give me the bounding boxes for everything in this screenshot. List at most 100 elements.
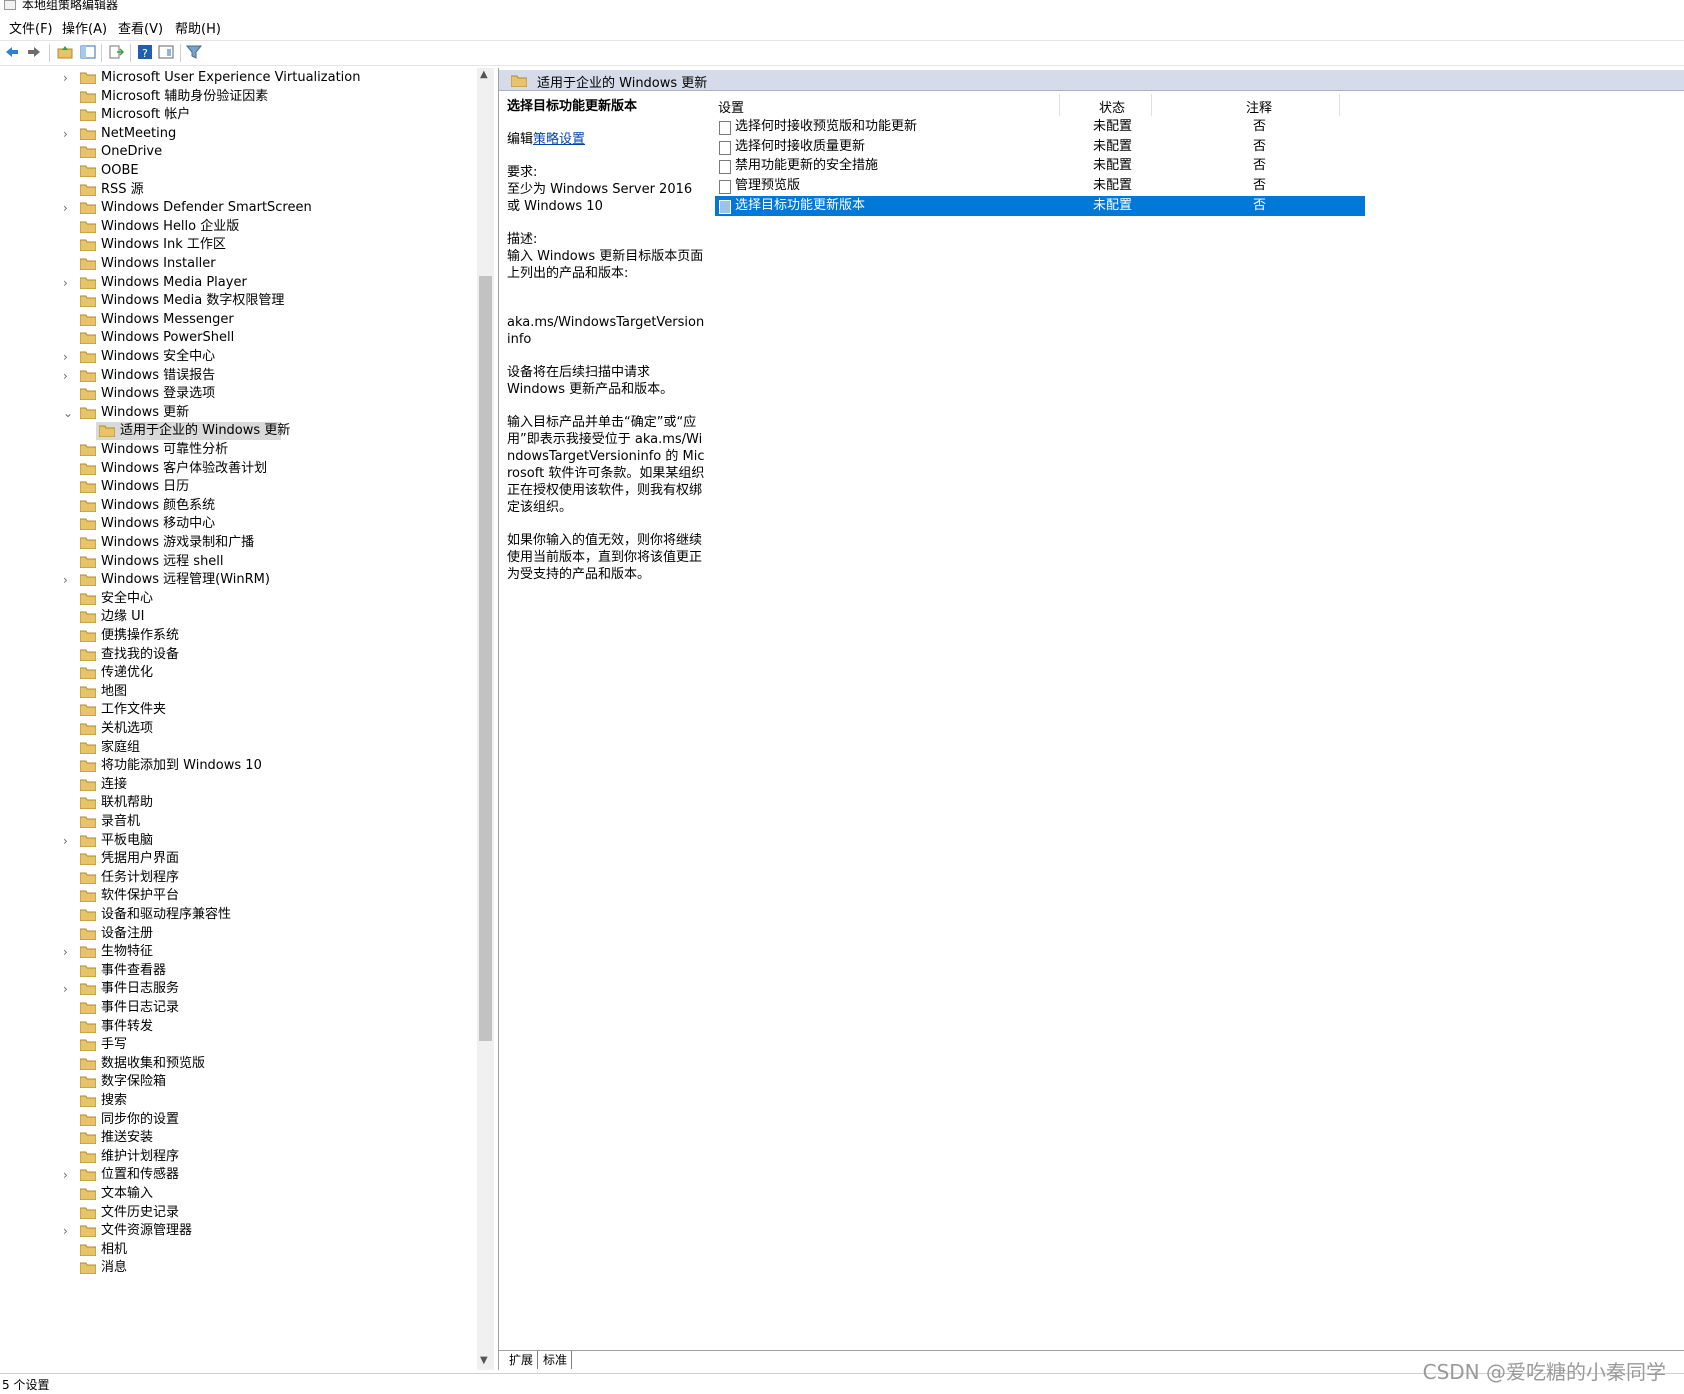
tree-item[interactable]: 数据收集和预览版 — [0, 1054, 477, 1074]
tree-item[interactable]: Windows Hello 企业版 — [0, 217, 477, 237]
tree-item[interactable]: › NetMeeting — [0, 124, 477, 144]
tree-item[interactable]: 连接 — [0, 775, 477, 795]
tree-item[interactable]: Windows Installer — [0, 254, 477, 274]
tree-item[interactable]: Windows Ink 工作区 — [0, 235, 477, 255]
tree-item[interactable]: Windows 移动中心 — [0, 514, 477, 534]
table-row[interactable]: 管理预览版 未配置 否 — [715, 176, 1365, 196]
chevron-right-icon[interactable]: › — [63, 124, 73, 144]
tree-item[interactable]: 家庭组 — [0, 738, 477, 758]
tree-item[interactable]: › Windows 错误报告 — [0, 366, 477, 386]
tree-item[interactable]: ⌄ Windows 更新 — [0, 403, 477, 423]
col-setting[interactable]: 设置 — [718, 97, 744, 116]
menu-action[interactable]: 操作(A) — [62, 18, 107, 37]
tree-item[interactable]: 边缘 UI — [0, 607, 477, 627]
tree-scrollbar[interactable]: ▲ ▼ — [477, 68, 494, 1370]
chevron-right-icon[interactable]: › — [63, 347, 73, 367]
table-row[interactable]: 选择何时接收质量更新 未配置 否 — [715, 137, 1365, 157]
tab-standard[interactable]: 标准 — [539, 1351, 573, 1369]
tree-item[interactable]: Windows PowerShell — [0, 328, 477, 348]
tree-item[interactable]: 便携操作系统 — [0, 626, 477, 646]
table-row[interactable]: 选择何时接收预览版和功能更新 未配置 否 — [715, 117, 1365, 137]
tree-item[interactable]: Windows 登录选项 — [0, 384, 477, 404]
tree-item[interactable]: Windows 远程 shell — [0, 552, 477, 572]
tree-item[interactable]: 传递优化 — [0, 663, 477, 683]
forward-arrow-icon[interactable] — [26, 44, 42, 60]
tree-item[interactable]: 事件日志记录 — [0, 998, 477, 1018]
tree-item[interactable]: OneDrive — [0, 142, 477, 162]
col-state[interactable]: 状态 — [1099, 97, 1125, 116]
chevron-right-icon[interactable]: › — [63, 1165, 73, 1185]
tree-item[interactable]: 消息 — [0, 1258, 477, 1278]
tree-item[interactable]: 地图 — [0, 682, 477, 702]
properties-icon[interactable] — [158, 44, 174, 60]
tree-item[interactable]: Windows Messenger — [0, 310, 477, 330]
tree-item[interactable]: 联机帮助 — [0, 793, 477, 813]
tree-item[interactable]: Windows 可靠性分析 — [0, 440, 477, 460]
up-folder-icon[interactable] — [57, 44, 73, 60]
tree-item[interactable]: 工作文件夹 — [0, 700, 477, 720]
chevron-right-icon[interactable]: › — [63, 1221, 73, 1241]
tree-item[interactable]: Windows 日历 — [0, 477, 477, 497]
chevron-right-icon[interactable]: › — [63, 570, 73, 590]
scroll-down-icon[interactable]: ▼ — [480, 1355, 488, 1366]
menu-file[interactable]: 文件(F) — [9, 18, 53, 37]
tree-item[interactable]: 录音机 — [0, 812, 477, 832]
tree-item[interactable]: Windows 游戏录制和广播 — [0, 533, 477, 553]
tree-item[interactable]: 查找我的设备 — [0, 645, 477, 665]
tab-extended[interactable]: 扩展 — [505, 1351, 539, 1369]
tree-item[interactable]: › 平板电脑 — [0, 831, 477, 851]
tree-item[interactable]: Microsoft 帐户 — [0, 105, 477, 125]
tree-item[interactable]: Windows 颜色系统 — [0, 496, 477, 516]
tree-item[interactable]: › Windows 远程管理(WinRM) — [0, 570, 477, 590]
chevron-right-icon[interactable]: › — [63, 942, 73, 962]
back-arrow-icon[interactable] — [4, 44, 20, 60]
tree-item[interactable]: RSS 源 — [0, 180, 477, 200]
tree-item[interactable]: 文本输入 — [0, 1184, 477, 1204]
tree-item[interactable]: 适用于企业的 Windows 更新 — [0, 421, 477, 441]
tree-item[interactable]: 软件保护平台 — [0, 886, 477, 906]
tree-item[interactable]: 数字保险箱 — [0, 1072, 477, 1092]
tree-item[interactable]: Windows Media 数字权限管理 — [0, 291, 477, 311]
tree-item[interactable]: 相机 — [0, 1240, 477, 1260]
tree-item[interactable]: 手写 — [0, 1035, 477, 1055]
tree-item[interactable]: 安全中心 — [0, 589, 477, 609]
tree-item[interactable]: 凭据用户界面 — [0, 849, 477, 869]
tree-item[interactable]: 推送安装 — [0, 1128, 477, 1148]
chevron-right-icon[interactable]: › — [63, 273, 73, 293]
tree-item[interactable]: › Windows Defender SmartScreen — [0, 198, 477, 218]
filter-icon[interactable] — [186, 44, 202, 60]
tree-item[interactable]: › 位置和传感器 — [0, 1165, 477, 1185]
chevron-right-icon[interactable]: › — [63, 831, 73, 851]
tree-item[interactable]: 设备注册 — [0, 924, 477, 944]
table-row[interactable]: 禁用功能更新的安全措施 未配置 否 — [715, 156, 1365, 176]
tree-item[interactable]: 同步你的设置 — [0, 1110, 477, 1130]
tree-item[interactable]: 设备和驱动程序兼容性 — [0, 905, 477, 925]
tree-item[interactable]: 任务计划程序 — [0, 868, 477, 888]
tree-item[interactable]: › 事件日志服务 — [0, 979, 477, 999]
table-row[interactable]: 选择目标功能更新版本 未配置 否 — [715, 195, 1365, 216]
tree-item[interactable]: 搜索 — [0, 1091, 477, 1111]
show-hide-tree-icon[interactable] — [80, 44, 96, 60]
menu-help[interactable]: 帮助(H) — [175, 18, 221, 37]
tree-item[interactable]: 事件转发 — [0, 1017, 477, 1037]
tree-item[interactable]: OOBE — [0, 161, 477, 181]
policy-settings-link[interactable]: 策略设置 — [533, 132, 585, 147]
chevron-down-icon[interactable]: ⌄ — [63, 403, 73, 423]
chevron-right-icon[interactable]: › — [63, 366, 73, 386]
tree-item[interactable]: 将功能添加到 Windows 10 — [0, 756, 477, 776]
menu-view[interactable]: 查看(V) — [118, 18, 163, 37]
tree-item[interactable]: 关机选项 — [0, 719, 477, 739]
tree-item[interactable]: Windows 客户体验改善计划 — [0, 459, 477, 479]
export-list-icon[interactable] — [108, 44, 124, 60]
scroll-thumb[interactable] — [479, 276, 492, 1041]
tree-item[interactable]: Microsoft 辅助身份验证因素 — [0, 87, 477, 107]
tree-item[interactable]: › 文件资源管理器 — [0, 1221, 477, 1241]
tree-item[interactable]: › 生物特征 — [0, 942, 477, 962]
chevron-right-icon[interactable]: › — [63, 68, 73, 88]
tree-item[interactable]: 文件历史记录 — [0, 1203, 477, 1223]
col-note[interactable]: 注释 — [1246, 97, 1272, 116]
tree-item[interactable]: 维护计划程序 — [0, 1147, 477, 1167]
tree-item[interactable]: › Windows Media Player — [0, 273, 477, 293]
tree-item[interactable]: › Microsoft User Experience Virtualizatio… — [0, 68, 477, 88]
tree-item[interactable]: › Windows 安全中心 — [0, 347, 477, 367]
